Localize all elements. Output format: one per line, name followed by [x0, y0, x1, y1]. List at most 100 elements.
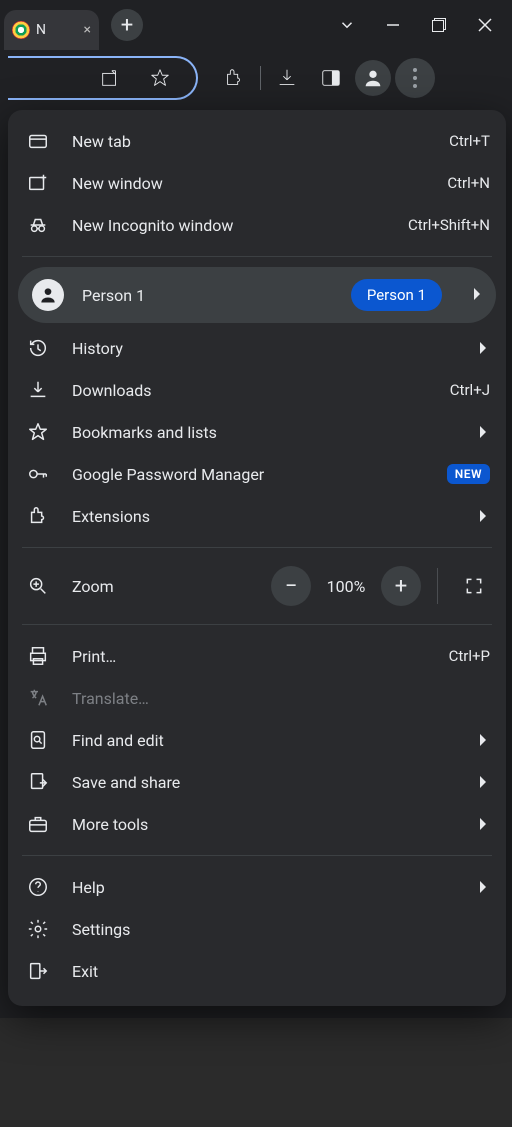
tab-icon	[27, 130, 49, 152]
chrome-menu-button[interactable]	[395, 58, 435, 98]
avatar-icon	[362, 67, 384, 89]
minimize-icon	[386, 18, 400, 32]
menu-new-window[interactable]: New window Ctrl+N	[8, 162, 506, 204]
plus-icon: +	[395, 574, 407, 599]
zoom-icon	[27, 575, 49, 597]
menu-incognito[interactable]: New Incognito window Ctrl+Shift+N	[8, 204, 506, 246]
zoom-label: Zoom	[72, 577, 249, 596]
close-tab-icon[interactable]: ×	[84, 22, 91, 38]
maximize-icon	[432, 18, 446, 32]
browser-tab[interactable]: N ×	[4, 10, 99, 50]
menu-shortcut: Ctrl+Shift+N	[408, 216, 490, 234]
profile-button[interactable]	[355, 60, 391, 96]
menu-label: Downloads	[72, 381, 428, 400]
submenu-icon	[476, 341, 490, 355]
save-share-icon	[27, 771, 49, 793]
menu-label: Help	[72, 878, 446, 897]
tab-search-button[interactable]	[324, 5, 370, 45]
key-icon	[27, 463, 49, 485]
menu-bookmarks[interactable]: Bookmarks and lists	[8, 411, 506, 453]
zoom-in-button[interactable]: +	[381, 566, 421, 606]
menu-label: Google Password Manager	[72, 465, 425, 484]
menu-label: New Incognito window	[72, 216, 386, 235]
menu-find[interactable]: Find and edit	[8, 719, 506, 761]
profile-label: Person 1	[82, 286, 333, 305]
submenu-icon	[476, 425, 490, 439]
menu-label: New tab	[72, 132, 427, 151]
fullscreen-icon	[464, 576, 484, 596]
chrome-favicon-icon	[12, 21, 30, 39]
menu-save-share[interactable]: Save and share	[8, 761, 506, 803]
menu-label: Translate…	[72, 689, 490, 708]
translate-icon	[27, 687, 49, 709]
menu-password-manager[interactable]: Google Password Manager NEW	[8, 453, 506, 495]
menu-label: Find and edit	[72, 731, 446, 750]
history-icon	[27, 337, 49, 359]
menu-zoom: Zoom − 100% +	[8, 558, 506, 614]
submenu-icon	[476, 880, 490, 894]
zoom-out-button[interactable]: −	[271, 566, 311, 606]
plus-icon: +	[121, 13, 133, 38]
menu-label: Save and share	[72, 773, 446, 792]
extensions-button[interactable]	[214, 58, 254, 98]
close-window-button[interactable]	[462, 5, 508, 45]
menu-label: Extensions	[72, 507, 446, 526]
new-tab-button[interactable]: +	[111, 9, 143, 41]
menu-label: Exit	[72, 962, 490, 981]
menu-print[interactable]: Print… Ctrl+P	[8, 635, 506, 677]
find-icon	[27, 729, 49, 751]
bookmark-button[interactable]	[140, 58, 180, 98]
menu-label: More tools	[72, 815, 446, 834]
menu-help[interactable]: Help	[8, 866, 506, 908]
minus-icon: −	[285, 574, 298, 599]
submenu-icon	[476, 775, 490, 789]
menu-translate: Translate…	[8, 677, 506, 719]
exit-icon	[27, 960, 49, 982]
help-icon	[27, 876, 49, 898]
menu-new-tab[interactable]: New tab Ctrl+T	[8, 120, 506, 162]
menu-shortcut: Ctrl+P	[449, 647, 490, 665]
menu-settings[interactable]: Settings	[8, 908, 506, 950]
submenu-icon	[476, 509, 490, 523]
toolbar	[0, 50, 512, 106]
menu-label: History	[72, 339, 446, 358]
menu-label: New window	[72, 174, 425, 193]
more-vert-icon	[413, 68, 417, 88]
menu-extensions[interactable]: Extensions	[8, 495, 506, 537]
profile-pill: Person 1	[351, 279, 442, 311]
titlebar: N × +	[0, 0, 512, 50]
chevron-down-icon	[338, 16, 356, 34]
page-background	[0, 1018, 512, 1127]
maximize-button[interactable]	[416, 5, 462, 45]
side-panel-icon	[320, 67, 342, 89]
menu-exit[interactable]: Exit	[8, 950, 506, 992]
submenu-icon	[472, 286, 482, 305]
gear-icon	[27, 918, 49, 940]
menu-separator	[22, 547, 492, 548]
minimize-button[interactable]	[370, 5, 416, 45]
menu-separator	[22, 855, 492, 856]
star-icon	[27, 421, 49, 443]
menu-downloads[interactable]: Downloads Ctrl+J	[8, 369, 506, 411]
menu-history[interactable]: History	[8, 327, 506, 369]
new-badge: NEW	[447, 464, 490, 484]
download-icon	[27, 379, 49, 401]
menu-shortcut: Ctrl+N	[447, 174, 490, 192]
puzzle-icon	[223, 67, 245, 89]
menu-shortcut: Ctrl+J	[450, 381, 490, 399]
chrome-menu: New tab Ctrl+T New window Ctrl+N New Inc…	[8, 110, 506, 1006]
submenu-icon	[476, 817, 490, 831]
downloads-button[interactable]	[267, 58, 307, 98]
menu-separator	[22, 624, 492, 625]
menu-more-tools[interactable]: More tools	[8, 803, 506, 845]
share-icon	[99, 67, 121, 89]
share-button[interactable]	[90, 58, 130, 98]
new-window-icon	[27, 172, 49, 194]
fullscreen-button[interactable]	[454, 566, 494, 606]
side-panel-button[interactable]	[311, 58, 351, 98]
tab-title: N	[36, 22, 78, 38]
menu-label: Bookmarks and lists	[72, 423, 446, 442]
menu-profile[interactable]: Person 1 Person 1	[18, 267, 496, 323]
download-icon	[276, 67, 298, 89]
omnibox[interactable]	[8, 56, 198, 100]
